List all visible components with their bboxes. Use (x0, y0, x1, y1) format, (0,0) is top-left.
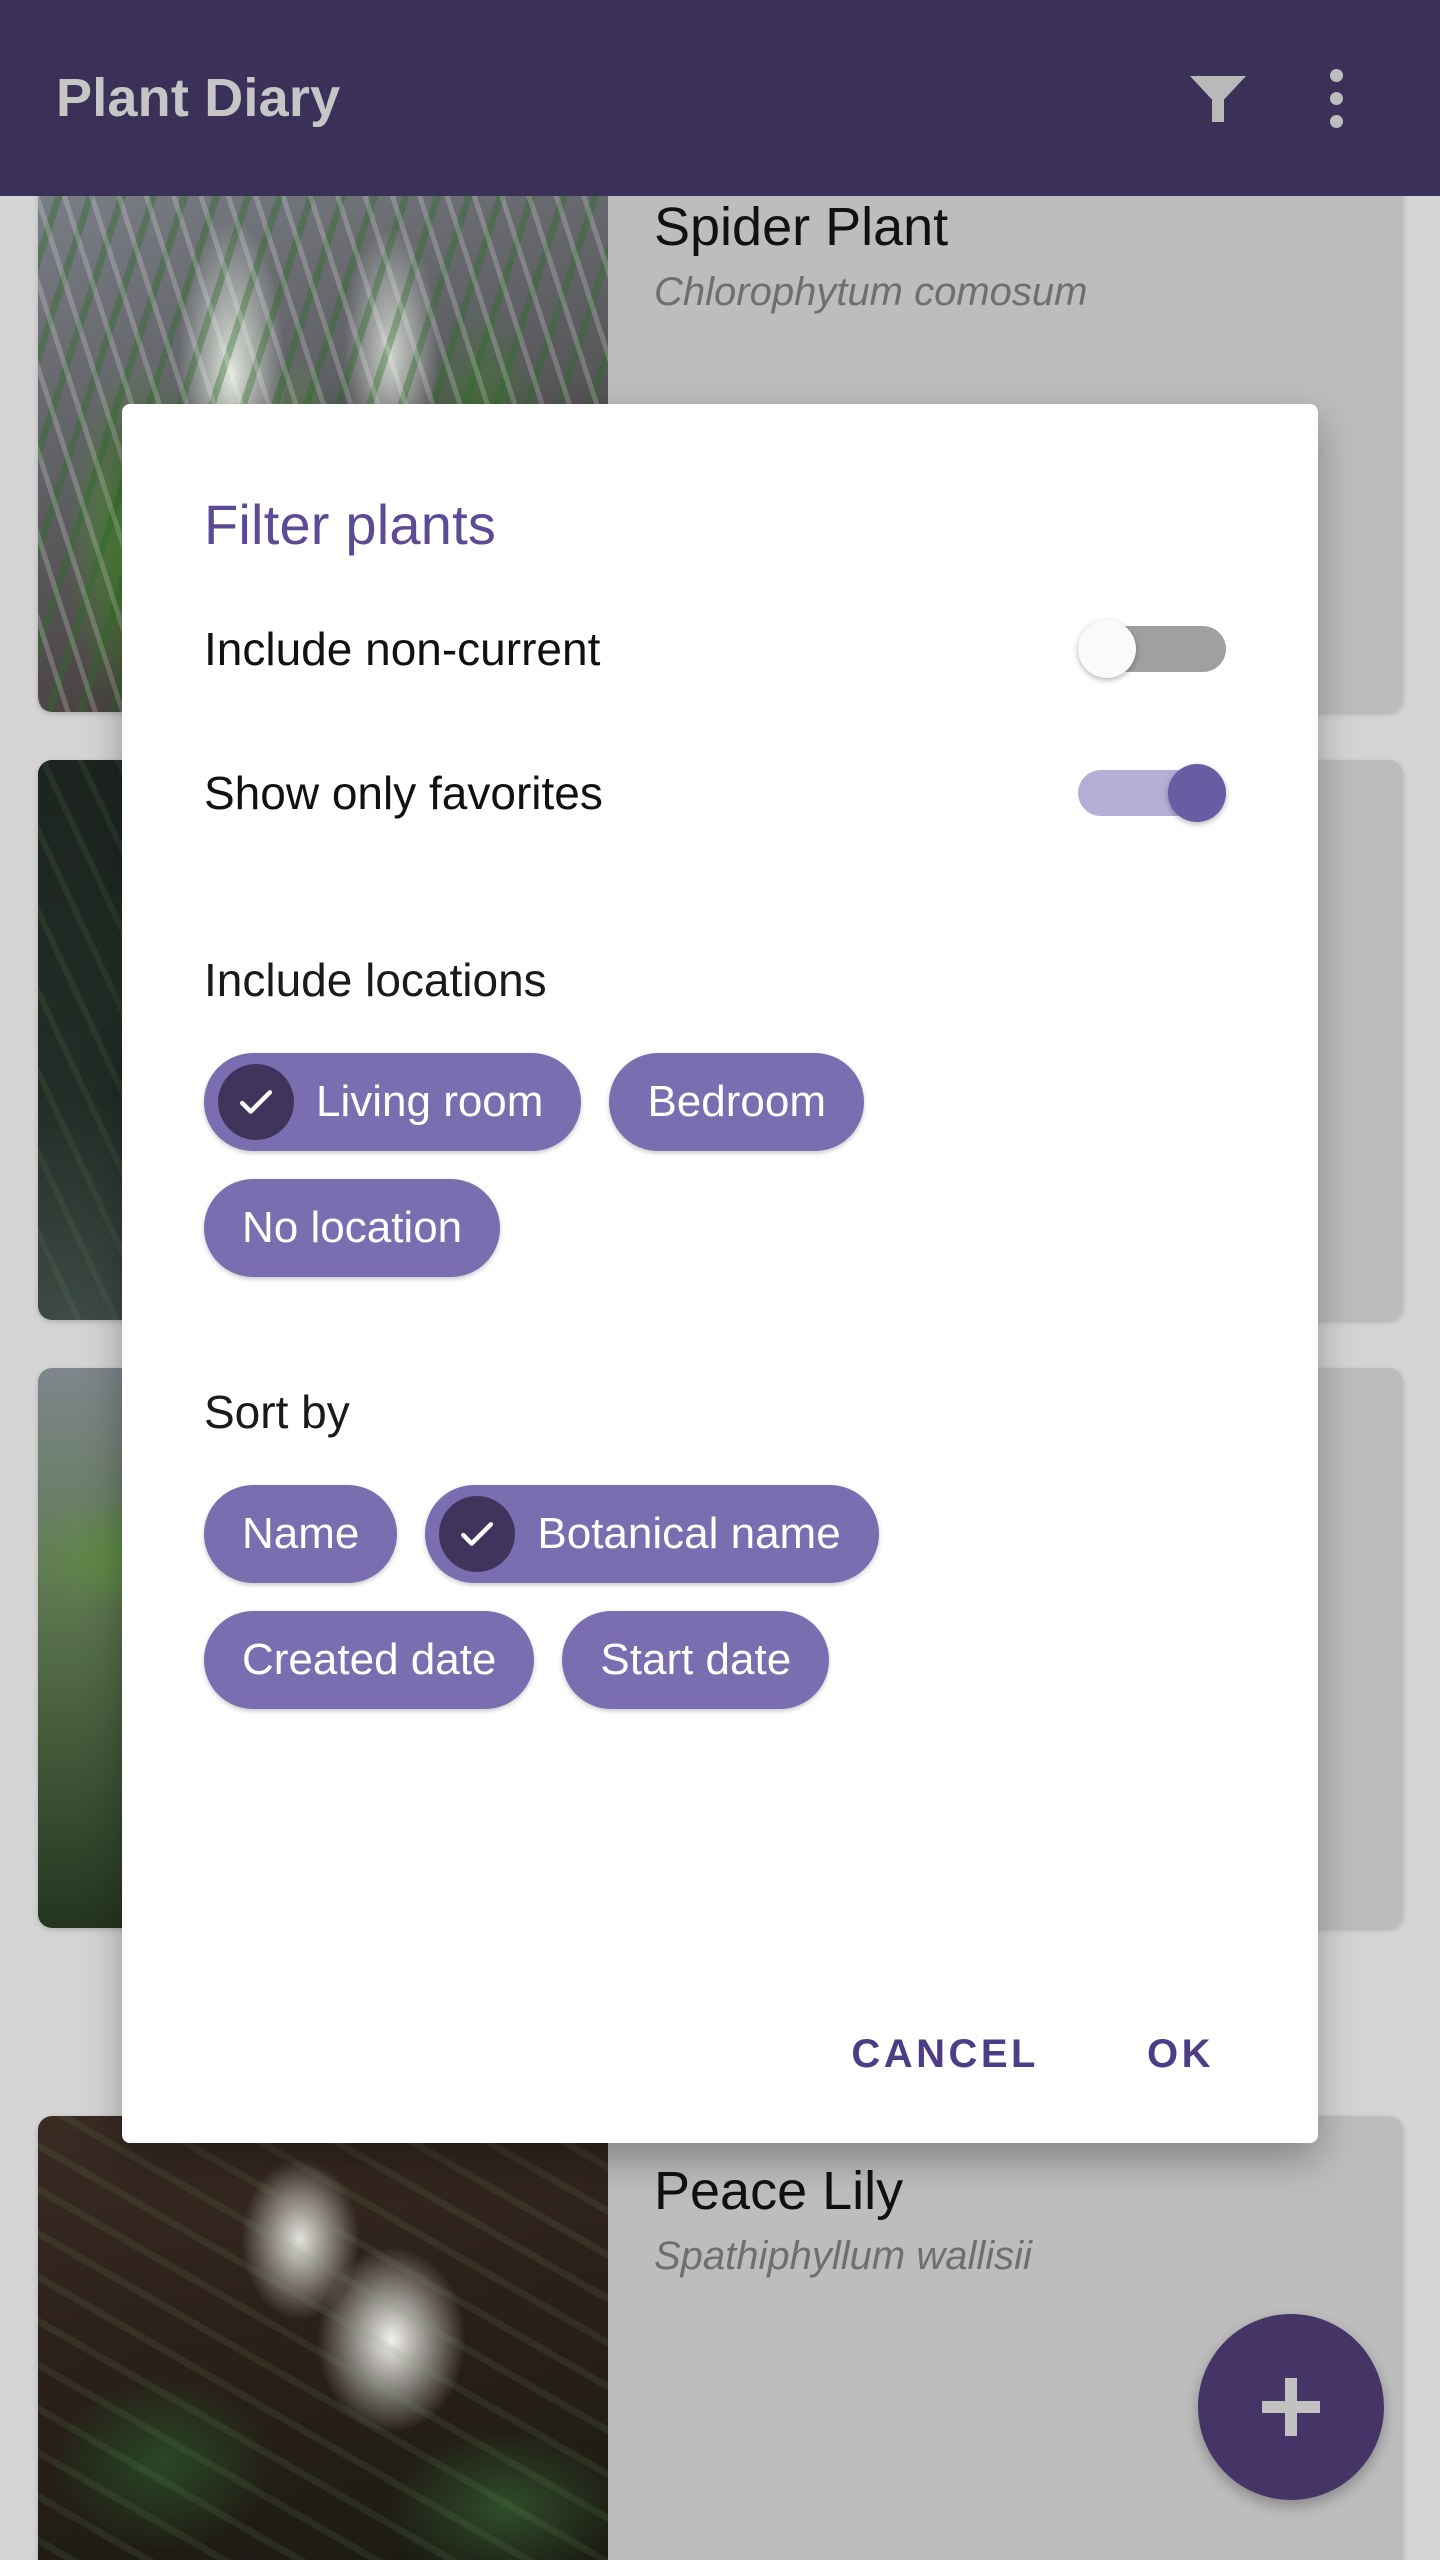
plant-name: Peace Lily (654, 2161, 904, 2221)
plus-icon (1262, 2378, 1320, 2436)
chip-sort-start-date[interactable]: Start date (562, 1611, 830, 1709)
toggle-thumb (1078, 620, 1136, 678)
chip-sort-created-date[interactable]: Created date (204, 1611, 535, 1709)
chip-living-room[interactable]: Living room (204, 1053, 582, 1151)
filter-plants-dialog: Filter plants Include non-current Show o… (122, 404, 1318, 2143)
chip-label: Bedroom (647, 1077, 826, 1126)
overflow-menu-button[interactable] (1288, 50, 1384, 146)
include-non-current-toggle[interactable] (1078, 620, 1226, 678)
chip-label: No location (242, 1203, 463, 1252)
show-only-favorites-toggle[interactable] (1078, 764, 1226, 822)
ok-button[interactable]: OK (1125, 2014, 1236, 2095)
plant-botanical-name: Chlorophytum comosum (654, 270, 1088, 315)
chip-label: Living room (316, 1077, 544, 1126)
chip-label: Botanical name (537, 1509, 841, 1558)
chip-label: Name (242, 1509, 360, 1558)
show-only-favorites-label: Show only favorites (204, 767, 603, 819)
plant-botanical-name: Spathiphyllum wallisii (654, 2234, 1032, 2279)
sort-by-label: Sort by (204, 1386, 350, 1438)
dialog-title: Filter plants (204, 493, 497, 556)
locations-chip-group: Living room Bedroom (204, 1053, 1236, 1151)
dialog-action-bar: CANCEL OK (829, 2014, 1236, 2095)
list-item[interactable]: Peace Lily Spathiphyllum wallisii (38, 2116, 1403, 2560)
include-non-current-row[interactable]: Include non-current (204, 597, 1236, 701)
plant-name: Spider Plant (654, 197, 949, 257)
include-locations-label: Include locations (204, 954, 547, 1006)
add-plant-fab[interactable] (1198, 2314, 1384, 2500)
chip-label: Start date (600, 1635, 792, 1684)
sort-chip-group: Name Botanical name (204, 1485, 1236, 1583)
include-non-current-label: Include non-current (204, 623, 601, 675)
peace-lily-photo (38, 2116, 608, 2560)
cancel-button[interactable]: CANCEL (829, 2014, 1061, 2095)
app-bar: Plant Diary (0, 0, 1440, 196)
check-icon (439, 1496, 516, 1572)
locations-chip-group-row2: No location (204, 1179, 1236, 1277)
more-vertical-icon (1329, 68, 1343, 128)
chip-sort-name[interactable]: Name (204, 1485, 398, 1583)
chip-label: Created date (242, 1635, 497, 1684)
show-only-favorites-row[interactable]: Show only favorites (204, 741, 1236, 845)
sort-chip-group-row2: Created date Start date (204, 1611, 1236, 1709)
app-title: Plant Diary (56, 68, 341, 128)
filter-button[interactable] (1170, 50, 1266, 146)
chip-sort-botanical-name[interactable]: Botanical name (425, 1485, 879, 1583)
filter-funnel-icon (1190, 70, 1246, 126)
app-screen: Plant Diary Spider Plant Chlorophytum co… (0, 0, 1440, 2560)
chip-bedroom[interactable]: Bedroom (609, 1053, 864, 1151)
check-icon (218, 1064, 294, 1140)
toggle-thumb (1168, 764, 1226, 822)
chip-no-location[interactable]: No location (204, 1179, 501, 1277)
